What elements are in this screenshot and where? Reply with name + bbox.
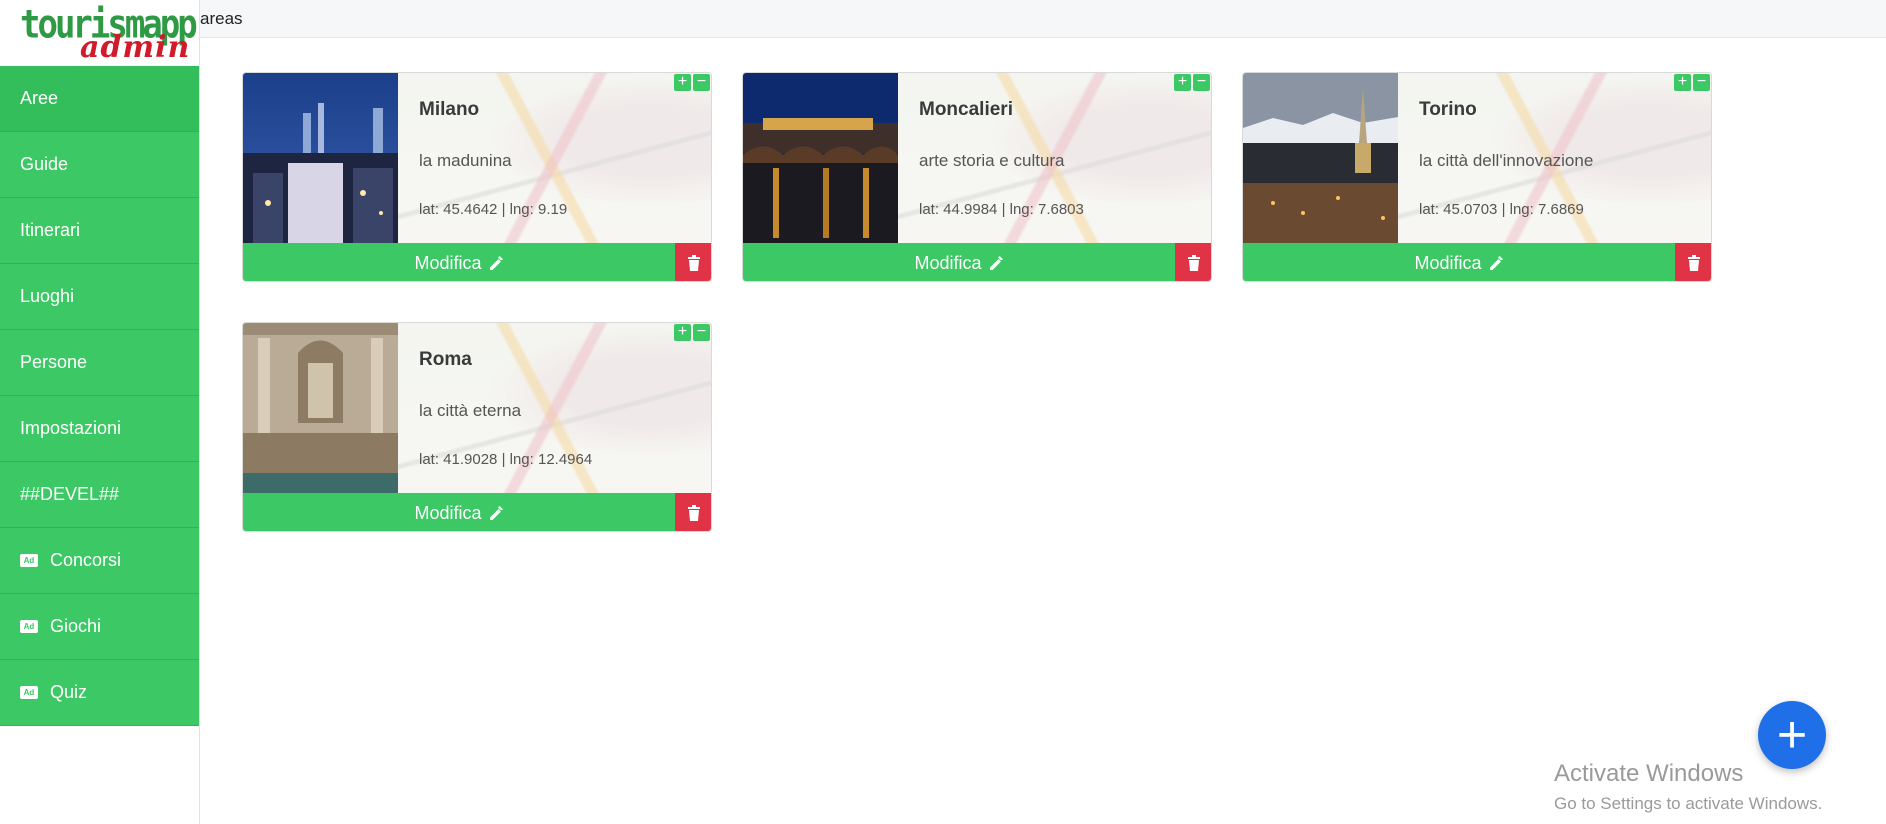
pencil-icon xyxy=(489,256,503,270)
zoom-in-button[interactable]: + xyxy=(1174,74,1191,91)
sidebar-item-label: Luoghi xyxy=(20,286,75,306)
area-card-torino: Torino la città dell'innovazione lat: 45… xyxy=(1242,72,1712,282)
area-description: arte storia e cultura xyxy=(919,151,1065,170)
zoom-out-button[interactable]: − xyxy=(1693,74,1710,91)
pencil-icon xyxy=(1489,256,1503,270)
sidebar-item-devel[interactable]: ##DEVEL## xyxy=(0,462,199,528)
area-description: la città eterna xyxy=(419,401,522,420)
area-coordinates: lat: 41.9028 | lng: 12.4964 xyxy=(419,451,593,468)
area-description: la città dell'innovazione xyxy=(1419,151,1594,170)
sidebar-item-guide[interactable]: Guide xyxy=(0,132,199,198)
edit-button-label: Modifica xyxy=(1414,252,1482,273)
delete-button[interactable] xyxy=(675,243,711,281)
zoom-out-button[interactable]: − xyxy=(693,324,710,341)
sidebar-item-impostazioni[interactable]: Impostazioni xyxy=(0,396,199,462)
sidebar-item-aree[interactable]: Aree xyxy=(0,66,199,132)
app-logo[interactable]: tourismapp admin xyxy=(0,0,199,66)
ad-icon: Ad xyxy=(20,620,38,633)
sidebar-item-label: Impostazioni xyxy=(20,418,122,438)
delete-button[interactable] xyxy=(675,493,711,531)
page-title: areas xyxy=(200,9,243,28)
sidebar-item-concorsi[interactable]: Ad Concorsi xyxy=(0,528,199,594)
area-card-milano: Milano la madunina lat: 45.4642 | lng: 9… xyxy=(242,72,712,282)
add-area-button[interactable]: + xyxy=(1758,701,1826,769)
delete-button[interactable] xyxy=(1675,243,1711,281)
area-photo xyxy=(243,323,398,493)
area-title: Moncalieri xyxy=(919,99,1013,120)
area-card-roma: Roma la città eterna lat: 41.9028 | lng:… xyxy=(242,322,712,532)
area-photo xyxy=(243,73,398,243)
sidebar-menu: Aree Guide Itinerari Luoghi Persone Impo… xyxy=(0,66,199,726)
edit-button[interactable]: Modifica xyxy=(743,243,1175,281)
sidebar-item-itinerari[interactable]: Itinerari xyxy=(0,198,199,264)
edit-button[interactable]: Modifica xyxy=(243,243,675,281)
area-coordinates: lat: 44.9984 | lng: 7.6803 xyxy=(919,201,1084,218)
area-coordinates: lat: 45.4642 | lng: 9.19 xyxy=(419,201,568,218)
windows-activation-watermark: Activate Windows Go to Settings to activ… xyxy=(1554,760,1822,814)
delete-button[interactable] xyxy=(1175,243,1211,281)
edit-button[interactable]: Modifica xyxy=(243,493,675,531)
area-coordinates: lat: 45.0703 | lng: 7.6869 xyxy=(1419,201,1584,218)
map-zoom-controls: + − xyxy=(674,324,710,341)
logo-bottom-text: admin xyxy=(80,30,191,65)
sidebar-item-label: Giochi xyxy=(50,616,102,636)
sidebar-item-luoghi[interactable]: Luoghi xyxy=(0,264,199,330)
area-photo xyxy=(1243,73,1398,243)
sidebar-item-label: Guide xyxy=(20,154,69,174)
trash-icon xyxy=(1188,255,1200,271)
sidebar-item-quiz[interactable]: Ad Quiz xyxy=(0,660,199,726)
edit-button[interactable]: Modifica xyxy=(1243,243,1675,281)
area-card-moncalieri: Moncalieri arte storia e cultura lat: 44… xyxy=(742,72,1212,282)
area-title: Milano xyxy=(419,99,480,120)
trash-icon xyxy=(1688,255,1700,271)
area-title: Torino xyxy=(1419,99,1477,120)
sidebar-item-persone[interactable]: Persone xyxy=(0,330,199,396)
area-photo xyxy=(743,73,898,243)
map-zoom-controls: + − xyxy=(674,74,710,91)
zoom-in-button[interactable]: + xyxy=(674,74,691,91)
sidebar-item-label: Concorsi xyxy=(50,550,122,570)
ad-icon: Ad xyxy=(20,554,38,567)
sidebar-item-label: ##DEVEL## xyxy=(20,484,120,504)
edit-button-label: Modifica xyxy=(914,252,982,273)
watermark-title: Activate Windows xyxy=(1554,760,1744,787)
pencil-icon xyxy=(489,506,503,520)
trash-icon xyxy=(688,505,700,521)
ad-icon: Ad xyxy=(20,686,38,699)
sidebar-item-giochi[interactable]: Ad Giochi xyxy=(0,594,199,660)
pencil-icon xyxy=(989,256,1003,270)
top-bar: areas xyxy=(200,0,1886,38)
zoom-out-button[interactable]: − xyxy=(1193,74,1210,91)
sidebar-item-label: Aree xyxy=(20,88,59,108)
zoom-in-button[interactable]: + xyxy=(1674,74,1691,91)
map-zoom-controls: + − xyxy=(1174,74,1210,91)
edit-button-label: Modifica xyxy=(414,502,482,523)
sidebar: tourismapp admin Aree Guide Itinerari Lu… xyxy=(0,0,200,824)
area-title: Roma xyxy=(419,349,472,370)
sidebar-item-label: Persone xyxy=(20,352,88,372)
zoom-in-button[interactable]: + xyxy=(674,324,691,341)
map-zoom-controls: + − xyxy=(1674,74,1710,91)
area-description: la madunina xyxy=(419,151,512,170)
edit-button-label: Modifica xyxy=(414,252,482,273)
sidebar-item-label: Quiz xyxy=(50,682,88,702)
zoom-out-button[interactable]: − xyxy=(693,74,710,91)
watermark-subtitle: Go to Settings to activate Windows. xyxy=(1554,794,1823,813)
trash-icon xyxy=(688,255,700,271)
sidebar-item-label: Itinerari xyxy=(20,220,81,240)
